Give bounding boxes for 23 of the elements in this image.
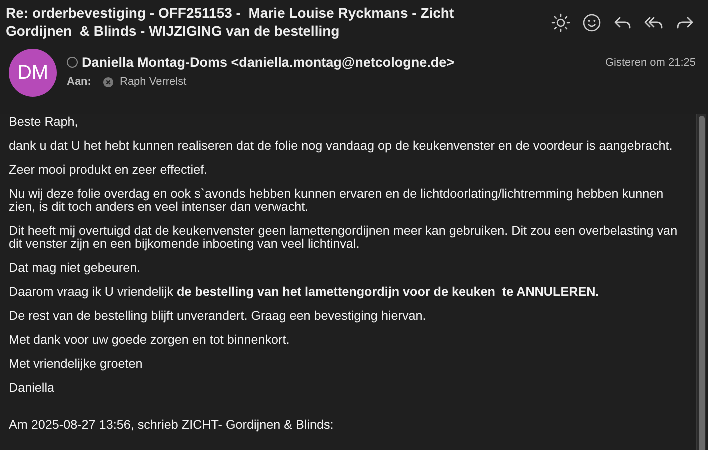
body-paragraph: Daniella — [9, 382, 56, 395]
body-paragraph: Met dank voor uw goede zorgen en tot binnenkort. — [9, 334, 291, 347]
sun-icon[interactable] — [550, 12, 572, 34]
body-paragraph: Daarom vraag ik U vriendelijk de bestelling van het lamettengordijn voor de keuken te ANNULEREN. — [9, 286, 600, 299]
body-paragraph: Beste Raph, — [9, 116, 80, 129]
body-paragraph: Zeer mooi produkt en zeer effectief. — [9, 164, 209, 177]
to-label: Aan: — [67, 76, 92, 88]
body-paragraph: Dat mag niet gebeuren. — [9, 262, 142, 275]
body-paragraph: Met vriendelijke groeten — [9, 358, 144, 371]
quote-header: Am 2025-08-27 13:56, schrieb ZICHT- Gordijnen & Blinds: — [9, 419, 335, 432]
email-subject: Re: orderbevestiging - OFF251153 - Marie Louise Ryckmans - Zicht Gordijnen & Blinds - WIJZIGING van de bestelling — [6, 4, 456, 40]
smiley-icon[interactable] — [581, 12, 603, 34]
body-paragraph: Dit heeft mij overtuigd dat de keukenvenster geen lamettengordijnen meer kan gebruiken. Dit zou een overbelasting van dit venster zijn en een bijkomende inboeting van veel lichtinval. — [9, 225, 679, 251]
status-ring-icon — [67, 57, 78, 68]
sender-name[interactable]: Daniella Montag-Doms <daniella.montag@netcologne.de> — [82, 55, 602, 70]
body-paragraph: dank u dat U het hebt kunnen realiseren dat de folie nog vandaag op de keukenvenster en de voordeur is aangebracht. — [9, 140, 674, 153]
scrollbar[interactable] — [696, 114, 706, 450]
recipient-name[interactable]: Raph Verrelst — [120, 76, 187, 88]
date-label: Gisteren om 21:25 — [606, 56, 696, 68]
avatar: DM — [9, 49, 57, 97]
body-paragraph: Nu wij deze folie overdag en ook s`avonds hebben kunnen ervaren en de lichtdoorlating/lichtremming hebben kunnen zien, is dit toch anders en veel intenser dan verwacht. — [9, 188, 665, 214]
remove-icon — [103, 76, 114, 88]
body-paragraph: De rest van de bestelling blijft unverandert. Graag een bevestiging hiervan. — [9, 310, 428, 323]
